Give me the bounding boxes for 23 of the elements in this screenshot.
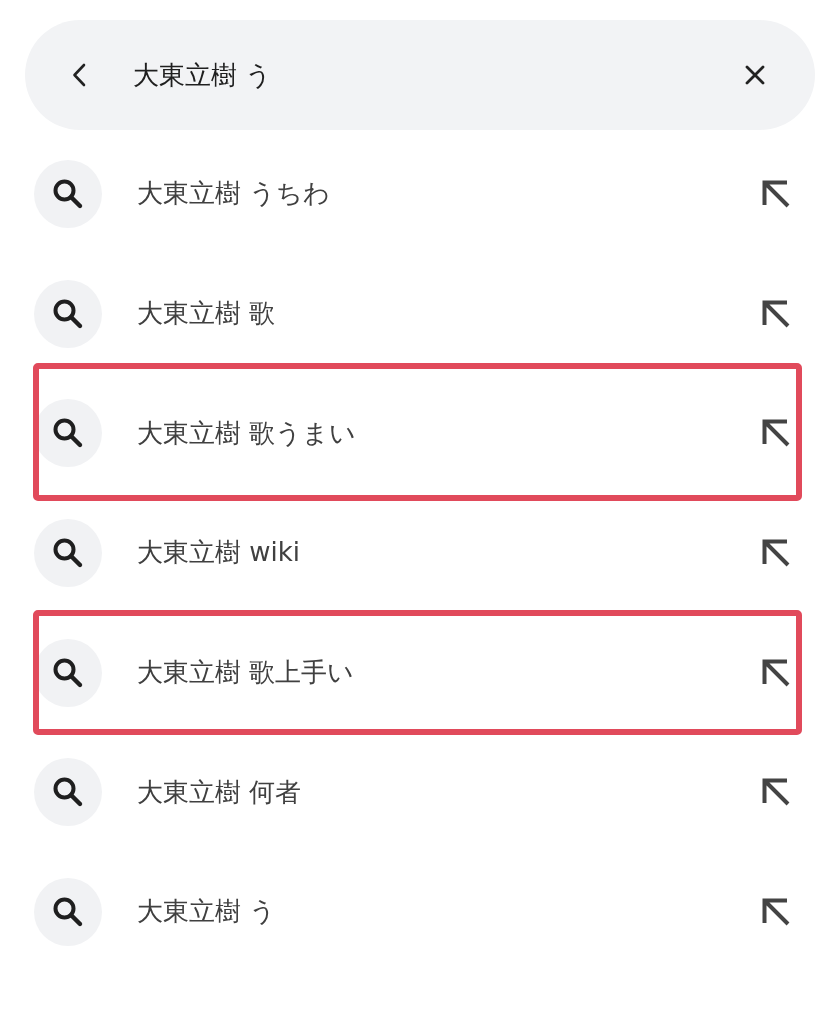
up-left-arrow-icon[interactable]	[762, 778, 790, 807]
search-bar[interactable]: 大東立樹 う	[25, 20, 815, 130]
suggestion-text[interactable]: 大東立樹 うちわ	[137, 176, 762, 212]
search-field[interactable]: 大東立樹 う	[133, 56, 745, 94]
suggestion-text[interactable]: 大東立樹 歌うまい	[137, 415, 762, 451]
suggestion-text[interactable]: 大東立樹 何者	[137, 774, 762, 810]
back-icon[interactable]	[72, 63, 86, 87]
suggestion-text[interactable]: 大東立樹 wiki	[137, 535, 762, 571]
suggestion-text[interactable]: 大東立樹 歌	[137, 296, 762, 332]
suggestion-text[interactable]: 大東立樹 歌上手い	[137, 655, 762, 691]
up-left-arrow-icon[interactable]	[762, 897, 790, 926]
search-icon	[34, 877, 102, 946]
up-left-arrow-icon[interactable]	[762, 538, 790, 567]
up-left-arrow-icon[interactable]	[762, 299, 790, 328]
up-left-arrow-icon[interactable]	[762, 658, 790, 687]
suggestion-text[interactable]: 大東立樹 う	[137, 894, 762, 930]
search-icon	[34, 279, 102, 348]
up-left-arrow-icon[interactable]	[762, 179, 790, 208]
search-icon	[34, 758, 102, 827]
search-icon	[34, 159, 102, 228]
search-icon	[34, 518, 102, 587]
up-left-arrow-icon[interactable]	[762, 419, 790, 448]
close-icon[interactable]	[745, 65, 765, 85]
